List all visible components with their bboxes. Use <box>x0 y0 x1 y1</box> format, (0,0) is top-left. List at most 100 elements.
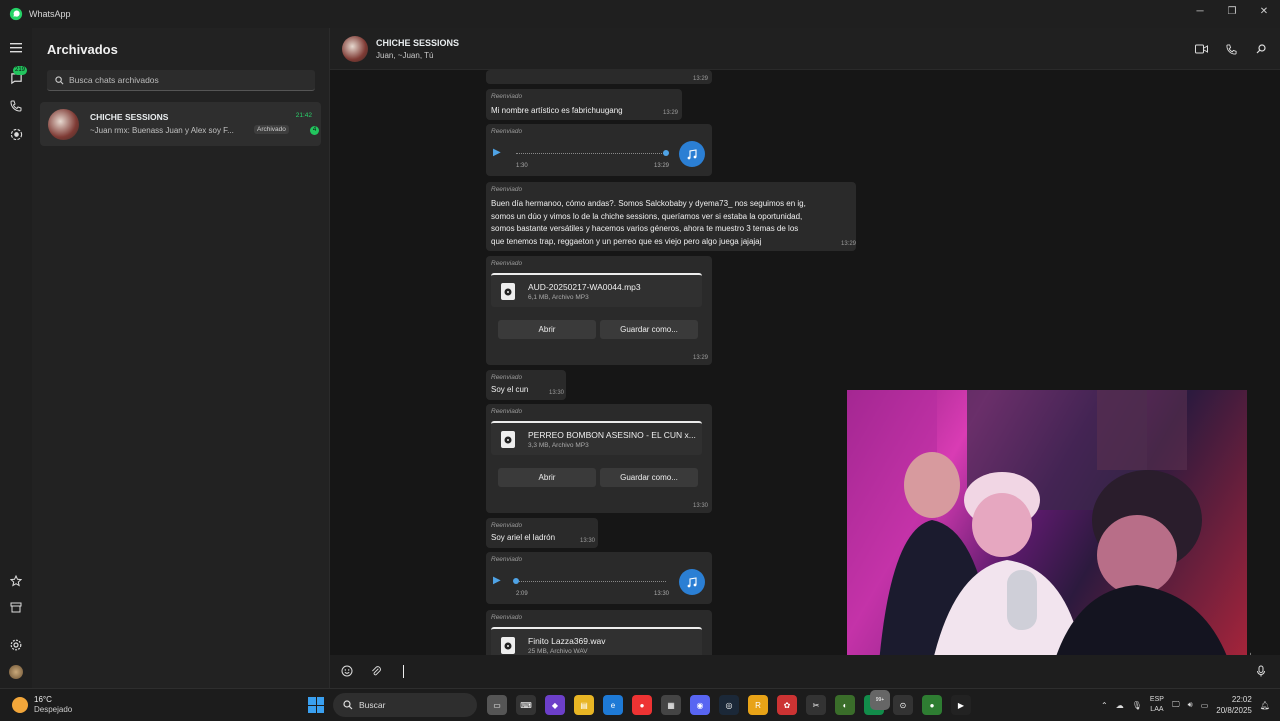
chat-name: CHICHE SESSIONS <box>90 112 169 122</box>
message-composer <box>330 655 1280 688</box>
forwarded-label: Reenviado <box>491 374 523 381</box>
profile-avatar[interactable] <box>8 664 24 680</box>
file-meta: 6,1 MB, Archivo MP3 <box>528 294 589 301</box>
audio-file-icon <box>501 637 515 654</box>
clock[interactable]: 22:02 20/8/2025 <box>1216 694 1252 716</box>
chats-badge: 219 <box>12 66 27 75</box>
steam-icon[interactable]: ◎ <box>719 695 739 715</box>
open-button[interactable]: Abrir <box>498 320 596 339</box>
search-placeholder: Busca chats archivados <box>69 75 159 85</box>
whatsapp-taskbar-badge: 99+ <box>870 690 890 710</box>
volume-icon[interactable]: 🔊︎ <box>1188 700 1193 710</box>
app-photos-icon[interactable]: ✿ <box>777 695 797 715</box>
capcut-icon[interactable]: ✂ <box>806 695 826 715</box>
audio-scrubber[interactable] <box>663 150 669 156</box>
message-bubble: Reenviado Soy ariel el ladrón 13:30 <box>486 518 598 548</box>
minimize-button[interactable]: ─ <box>1184 0 1216 22</box>
file-meta: 3,3 MB, Archivo MP3 <box>528 442 589 449</box>
forwarded-label: Reenviado <box>491 186 523 193</box>
nav-rail: 219 <box>0 28 32 688</box>
chat-search-icon[interactable] <box>1254 42 1268 56</box>
webcam-overlay <box>847 390 1247 655</box>
chrome-profile-icon[interactable]: ● <box>922 695 942 715</box>
battery-icon[interactable]: ▭ <box>1201 701 1209 710</box>
app-r-icon[interactable]: R <box>748 695 768 715</box>
audio-file-icon <box>501 283 515 300</box>
message-text: Soy el cun <box>491 385 529 394</box>
message-time: 13:30 <box>549 390 565 396</box>
title-bar: WhatsApp ─ ❐ ✕ <box>0 0 1280 28</box>
onedrive-icon[interactable]: ☁ <box>1116 701 1124 710</box>
settings-icon[interactable] <box>8 637 24 653</box>
windows-start-icon[interactable] <box>308 697 324 713</box>
audio-progress[interactable] <box>516 581 666 582</box>
play-icon[interactable]: ▶ <box>493 147 501 158</box>
chrome-icon[interactable]: ● <box>632 695 652 715</box>
file-card[interactable]: PERREO BOMBON ASESINO - EL CUN x... 3,3 … <box>491 421 702 455</box>
mic-tray-icon[interactable]: 🎙︎ <box>1132 701 1142 710</box>
message-time: 13:30 <box>693 503 709 509</box>
forwarded-label: Reenviado <box>491 260 523 267</box>
calls-icon[interactable] <box>8 98 24 114</box>
emoji-icon[interactable] <box>340 664 354 678</box>
file-message: Reenviado PERREO BOMBON ASESINO - EL CUN… <box>486 404 712 513</box>
save-as-button[interactable]: Guardar como... <box>600 320 698 339</box>
file-name: AUD-20250217-WA0044.mp3 <box>528 282 641 292</box>
starred-icon[interactable] <box>8 573 24 589</box>
file-card[interactable]: Finito Lazza369.wav 25 MB, Archivo WAV <box>491 627 702 655</box>
play-icon[interactable]: ▶ <box>493 575 501 586</box>
taskbar-search[interactable]: Buscar <box>333 693 477 717</box>
message-input[interactable] <box>403 665 404 678</box>
voice-call-icon[interactable] <box>1224 42 1238 56</box>
close-button[interactable]: ✕ <box>1248 0 1280 22</box>
search-input[interactable]: Busca chats archivados <box>47 70 315 91</box>
audio-file-icon <box>501 431 515 448</box>
weather-condition: Despejado <box>34 705 73 714</box>
file-card[interactable]: AUD-20250217-WA0044.mp3 6,1 MB, Archivo … <box>491 273 702 307</box>
file-explorer-icon[interactable]: ▤ <box>574 695 594 715</box>
app-green-icon[interactable]: ◐ <box>835 695 855 715</box>
forwarded-label: Reenviado <box>491 614 523 621</box>
save-as-button[interactable]: Guardar como... <box>600 468 698 487</box>
chats-icon[interactable]: 219 <box>8 66 27 86</box>
notification-icon[interactable]: 🔔︎ <box>1260 701 1270 710</box>
open-button[interactable]: Abrir <box>498 468 596 487</box>
file-message: Reenviado Finito Lazza369.wav 25 MB, Arc… <box>486 610 712 655</box>
file-name: Finito Lazza369.wav <box>528 636 606 646</box>
chat-header[interactable]: CHICHE SESSIONS Juan, ~Juan, Tú <box>330 28 1280 70</box>
language-indicator[interactable]: ESP LAA <box>1150 695 1164 715</box>
chat-list-item[interactable]: CHICHE SESSIONS 21:42 ~Juan rmx: Buenass… <box>40 102 321 146</box>
discord-icon[interactable]: ◉ <box>690 695 710 715</box>
network-icon[interactable]: 🖵 <box>1172 700 1180 710</box>
weather-temperature: 16°C <box>34 695 52 704</box>
task-view-icon[interactable]: ▭ <box>487 695 507 715</box>
group-name: CHICHE SESSIONS <box>376 38 460 48</box>
menu-icon[interactable] <box>8 40 24 56</box>
edge-icon[interactable]: e <box>603 695 623 715</box>
copilot-icon[interactable]: ◆ <box>545 695 565 715</box>
audio-progress[interactable] <box>516 153 666 154</box>
audio-scrubber[interactable] <box>513 578 519 584</box>
video-call-icon[interactable] <box>1194 42 1208 56</box>
attach-icon[interactable] <box>369 664 383 678</box>
music-note-icon <box>679 569 705 595</box>
restore-button[interactable]: ❐ <box>1216 0 1248 22</box>
microphone-icon[interactable] <box>1254 664 1268 678</box>
message-time: 13:29 <box>663 110 679 116</box>
status-icon[interactable] <box>8 126 24 142</box>
system-tray: ⌃ ☁ 🎙︎ ESP LAA 🖵 🔊︎ ▭ 22:02 20/8/2025 🔔︎ <box>1101 689 1270 721</box>
store-icon[interactable]: ▦ <box>661 695 681 715</box>
group-avatar[interactable] <box>342 36 368 62</box>
obs-icon[interactable]: ⊙ <box>893 695 913 715</box>
archive-icon[interactable] <box>8 599 24 615</box>
archived-tag: Archivado <box>254 125 289 134</box>
message-bubble: Reenviado Mi nombre artístico es fabrich… <box>486 89 682 120</box>
message-bubble: 13:29 <box>486 70 712 84</box>
message-list[interactable]: 13:29 Reenviado Mi nombre artístico es f… <box>330 70 1280 655</box>
unread-badge: 4 <box>310 126 319 135</box>
media-player-icon[interactable]: ▶ <box>951 695 971 715</box>
terminal-icon[interactable]: ⌨ <box>516 695 536 715</box>
whatsapp-taskbar-icon[interactable]: ✆99+ <box>864 690 890 715</box>
tray-chevron-icon[interactable]: ⌃ <box>1101 701 1108 710</box>
whatsapp-icon <box>9 7 23 21</box>
